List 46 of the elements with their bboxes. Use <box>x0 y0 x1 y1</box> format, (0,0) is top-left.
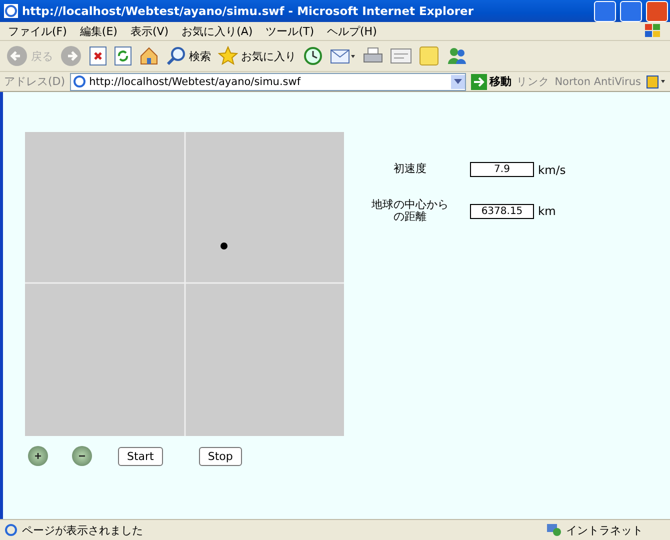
menu-item[interactable]: お気に入り(A) <box>182 24 253 38</box>
stop-button[interactable] <box>89 46 107 66</box>
note-icon <box>419 46 439 66</box>
star-icon <box>218 46 238 66</box>
address-field[interactable]: http://localhost/Webtest/ayano/simu.swf <box>70 72 466 90</box>
menu-item[interactable]: 編集(E) <box>80 24 118 38</box>
go-button[interactable]: 移動 <box>470 74 512 90</box>
parameter-field[interactable]: 6378.15 <box>470 204 534 219</box>
stop-icon <box>89 46 107 66</box>
unit-label: km <box>538 204 556 218</box>
status-message: ページが表示されました <box>22 522 144 538</box>
close-button[interactable] <box>646 0 668 22</box>
network-icon <box>546 523 562 537</box>
home-icon <box>139 46 159 66</box>
satellite-dot <box>220 242 228 250</box>
maximize-button[interactable] <box>620 0 642 22</box>
menu-item[interactable]: ツール(T) <box>266 24 314 38</box>
minimize-button[interactable] <box>594 0 616 22</box>
window-title: http://localhost/Webtest/ayano/simu.swf - Microsoft Internet Explorer <box>22 4 475 18</box>
search-icon <box>166 46 186 66</box>
zone-label: イントラネット <box>566 522 643 538</box>
favorites-button[interactable]: お気に入り <box>218 46 296 66</box>
go-arrow-icon <box>470 74 487 90</box>
home-button[interactable] <box>139 46 159 66</box>
edit-button[interactable] <box>390 46 412 66</box>
parameter-label: 地球の中心からの距離 <box>370 199 450 224</box>
document-icon <box>390 46 412 66</box>
menu-item[interactable]: ファイル(F) <box>8 24 67 38</box>
windows-logo-icon <box>644 23 662 39</box>
history-button[interactable] <box>303 46 323 66</box>
zoom-in-button[interactable]: + <box>28 446 48 466</box>
people-icon <box>446 46 468 66</box>
menu-item[interactable]: ヘルプ(H) <box>327 24 377 38</box>
parameter-label: 初速度 <box>392 163 428 176</box>
parameter-field[interactable]: 7.9 <box>470 162 534 177</box>
start-button[interactable]: Start <box>118 446 163 466</box>
zoom-out-button[interactable]: − <box>72 446 92 466</box>
menu-item[interactable]: 表示(V) <box>130 24 169 38</box>
refresh-button[interactable] <box>114 46 132 66</box>
unit-label: km/s <box>538 162 566 176</box>
stop-button[interactable]: Stop <box>198 446 242 466</box>
messenger-button[interactable] <box>446 46 468 66</box>
address-label: アドレス(D) <box>4 74 66 89</box>
refresh-icon <box>114 46 132 66</box>
search-button[interactable]: 検索 <box>166 46 211 66</box>
clock-icon <box>303 46 323 66</box>
